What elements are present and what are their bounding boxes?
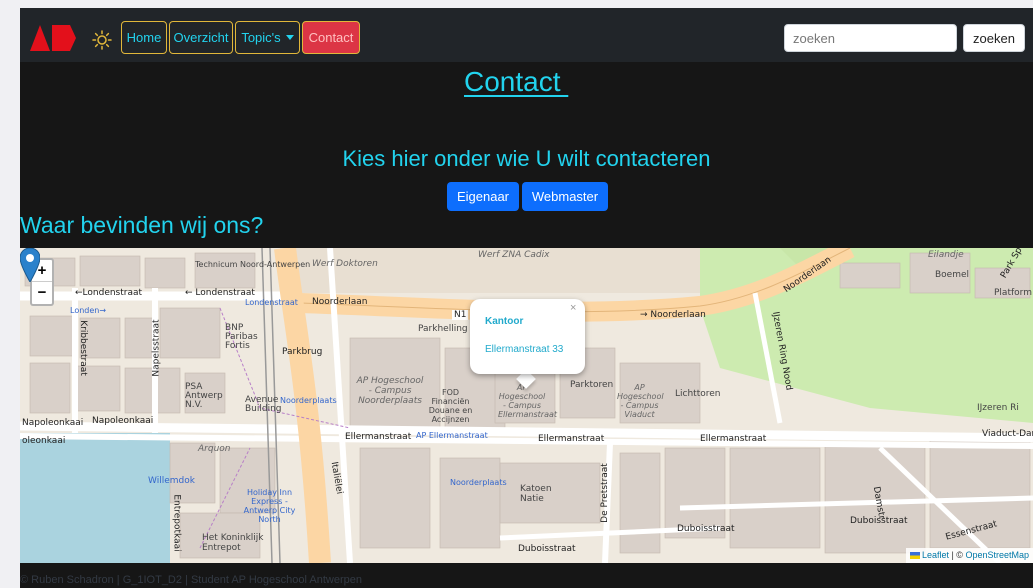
browser-viewport: Home Overzicht Topic's Contact zoeken Co… [20,8,1033,588]
navbar: Home Overzicht Topic's Contact zoeken [20,8,1033,62]
nav-topics-label: Topic's [241,30,281,45]
map-label: Boemel [935,270,970,280]
map-label: N1 [452,310,469,320]
map-label: Noorderlaan [312,297,368,307]
map-label: De Pretstraat [599,463,610,523]
map-label: Avenue Building [245,395,282,414]
map-label: Lichttoren [675,389,721,399]
leaflet-map[interactable]: Werf ZNA Cadix Werf Doktoren Technicum N… [20,248,1033,563]
map-label: Arquon [198,444,231,454]
map-label: AP Ellermanstraat [416,431,488,440]
ukraine-flag-icon [909,552,920,559]
popup-address: Ellermanstraat 33 [485,344,564,355]
ap-logo-icon[interactable] [30,25,76,51]
map-label: ←Londenstraat [75,288,143,298]
popup-close-button[interactable]: × [570,302,576,314]
map-popup: Kantoor Ellermanstraat 33 × [470,299,585,374]
map-label: Londen→ [70,306,107,315]
webmaster-button[interactable]: Webmaster [522,182,608,211]
map-label: ← Londenstraat [185,288,255,298]
footer-text: © Ruben Schadron | G_1IOT_D2 | Student A… [20,574,362,586]
contact-heading: Kies hier onder wie U wilt contacteren [342,146,711,171]
nav-topics-dropdown[interactable]: Topic's [235,21,300,54]
zoom-out-button[interactable]: − [32,282,52,304]
map-label: Ellermanstraat [700,434,767,444]
nav-contact-label: Contact [308,30,354,45]
osm-link[interactable]: OpenStreetMap [965,550,1029,560]
map-label: Duboisstraat [677,524,735,534]
map-label: → Noorderlaan [640,310,706,320]
map-label: Platform [994,288,1032,298]
map-label: Napoleonkaai [22,418,84,428]
caret-down-icon [285,35,294,40]
map-label: Ellermanstraat [538,434,605,444]
map-label: AP Hogeschool - Campus Noorderplaats [356,376,424,406]
sun-icon[interactable] [92,30,112,50]
map-label: Het Koninklijk Entrepot [202,533,264,553]
eigenaar-button[interactable]: Eigenaar [447,182,519,211]
map-attribution: Leaflet | © OpenStreetMap [905,548,1033,563]
map-label: oleonkaai [22,436,66,446]
map-label: Holiday Inn Express - Antwerp City North [243,488,296,524]
page-title: Contact [464,66,569,97]
nav-contact[interactable]: Contact [302,21,360,54]
map-label: Parkbrug [282,347,323,357]
nav-home[interactable]: Home [121,21,167,54]
map-label: Ellermanstraat [345,432,412,442]
map-label: Londenstraat [245,298,298,307]
map-label: PSA Antwerp N.V. [185,382,223,410]
nav-home-label: Home [126,30,162,45]
nav-overzicht-label: Overzicht [173,30,229,45]
map-label: Duboisstraat [518,544,576,554]
map-label: AP Hogeschool - Campus Ellermanstraat [498,383,558,419]
leaflet-link[interactable]: Leaflet [922,550,949,560]
map-marker-icon[interactable] [20,248,40,282]
map-label: Napoleonkaai [92,416,154,426]
map-label: IJzeren Ri [977,403,1019,413]
map-label: Parkhelling [418,324,468,334]
map-label: Napelsstraat [151,319,162,377]
map-label: Technicum Noord-Antwerpen [195,260,311,269]
nav-overzicht[interactable]: Overzicht [169,21,233,54]
map-label: Werf ZNA Cadix [478,250,550,260]
search-input[interactable] [784,24,957,52]
map-label: Noorderplaats [450,478,507,487]
map-label: Entrepotkaai [171,494,182,552]
map-label: AP Hogeschool - Campus Viaduct [617,383,664,419]
map-label: Eilandje [928,250,964,260]
map-label: Werf Doktoren [312,259,378,269]
map-label: BNP Paribas Fortis [225,323,258,351]
map-label: Viaduct-Dam [982,429,1033,439]
map-label: Parktoren [570,380,614,390]
map-label: Katoen Natie [520,484,552,504]
map-label: Kribbestraat [77,320,88,376]
map-label: FOD Financiën Douane en Accijnzen [428,388,473,424]
location-heading: Waar bevinden wij ons? [20,212,264,238]
popup-title: Kantoor [485,316,524,327]
map-label: Noorderplaats [280,396,337,405]
search-button[interactable]: zoeken [963,24,1025,52]
map-label: Willemdok [148,476,195,486]
attribution-separator: | © [948,550,966,560]
